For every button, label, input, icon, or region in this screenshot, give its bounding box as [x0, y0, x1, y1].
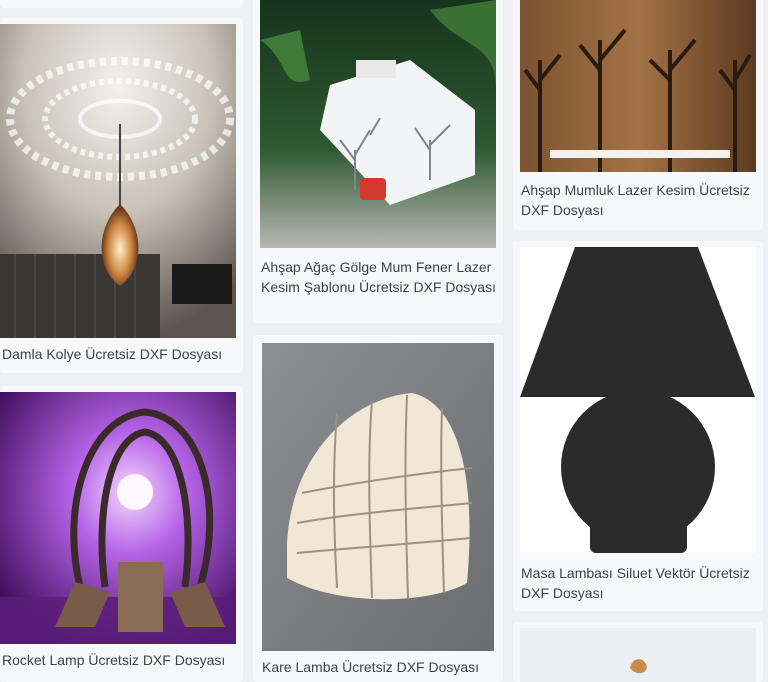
- card-top-stub-col1: [0, 0, 243, 8]
- gallery-card-partial[interactable]: [513, 622, 763, 682]
- gallery-card[interactable]: Ahşap Mumluk Lazer Kesim Ücretsiz DXF Do…: [513, 0, 763, 230]
- card-title[interactable]: Ahşap Mumluk Lazer Kesim Ücretsiz DXF Do…: [521, 180, 757, 220]
- table-lamp-silhouette-image[interactable]: [520, 247, 756, 553]
- next-item-image[interactable]: [520, 628, 756, 682]
- rocket-lamp-image[interactable]: [0, 392, 236, 644]
- grid-lamp-image[interactable]: [262, 343, 494, 651]
- tree-candle-holder-image[interactable]: [520, 0, 756, 172]
- gallery-card[interactable]: Damla Kolye Ücretsiz DXF Dosyası: [0, 18, 243, 373]
- card-title[interactable]: Masa Lambası Siluet Vektör Ücretsiz DXF …: [521, 563, 757, 603]
- gallery-card[interactable]: Ahşap Ağaç Gölge Mum Fener Lazer Kesim Ş…: [253, 0, 503, 323]
- gallery-card[interactable]: Masa Lambası Siluet Vektör Ücretsiz DXF …: [513, 241, 763, 611]
- gallery-card[interactable]: Kare Lamba Ücretsiz DXF Dosyası: [253, 335, 503, 682]
- card-title[interactable]: Kare Lamba Ücretsiz DXF Dosyası: [262, 657, 498, 677]
- gallery-card[interactable]: Rocket Lamp Ücretsiz DXF Dosyası: [0, 386, 243, 682]
- tree-lantern-image[interactable]: [260, 0, 496, 248]
- card-title[interactable]: Damla Kolye Ücretsiz DXF Dosyası: [2, 344, 238, 364]
- card-title[interactable]: Rocket Lamp Ücretsiz DXF Dosyası: [2, 650, 238, 670]
- pendant-lamp-image[interactable]: [0, 24, 236, 338]
- card-title[interactable]: Ahşap Ağaç Gölge Mum Fener Lazer Kesim Ş…: [261, 257, 497, 297]
